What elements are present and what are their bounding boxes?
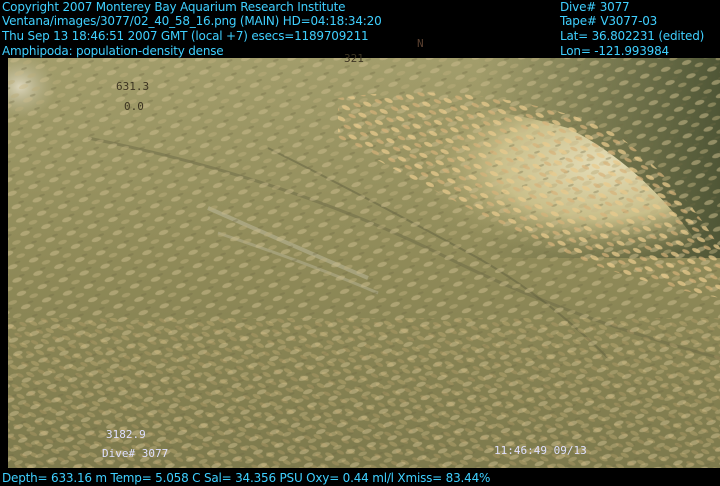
latitude-text: Lat= 36.802231 (edited)	[560, 29, 705, 43]
datetime-text: Thu Sep 13 18:46:51 2007 GMT (local +7) …	[2, 29, 369, 43]
longitude-text: Lon= -121.993984	[560, 44, 669, 58]
video-frame: 631.3 0.0 N 321 3182.9 Dive# 3077 11:46:…	[0, 0, 720, 486]
north-heading-marker: N	[417, 37, 424, 50]
copyright-text: Copyright 2007 Monterey Bay Aquarium Res…	[2, 0, 346, 14]
heading-value: 321	[344, 52, 364, 65]
altitude-reading: 3182.9	[106, 428, 146, 441]
dive-number: Dive# 3077	[560, 0, 630, 14]
tape-number: Tape# V3077-03	[560, 14, 658, 28]
camera-timestamp: 11:46:49 09/13	[494, 444, 587, 457]
depth-reading-top: 631.3	[116, 80, 150, 93]
annotation-text: Amphipoda: population-density dense	[2, 44, 224, 58]
camera-dive-label: Dive# 3077	[102, 447, 169, 460]
image-path-text: Ventana/images/3077/02_40_58_16.png (MAI…	[2, 14, 382, 28]
zero-reading: 0.0	[124, 100, 144, 113]
seafloor-image	[8, 58, 720, 468]
sensor-readings-footer: Depth= 633.16 m Temp= 5.058 C Sal= 34.35…	[2, 471, 491, 485]
